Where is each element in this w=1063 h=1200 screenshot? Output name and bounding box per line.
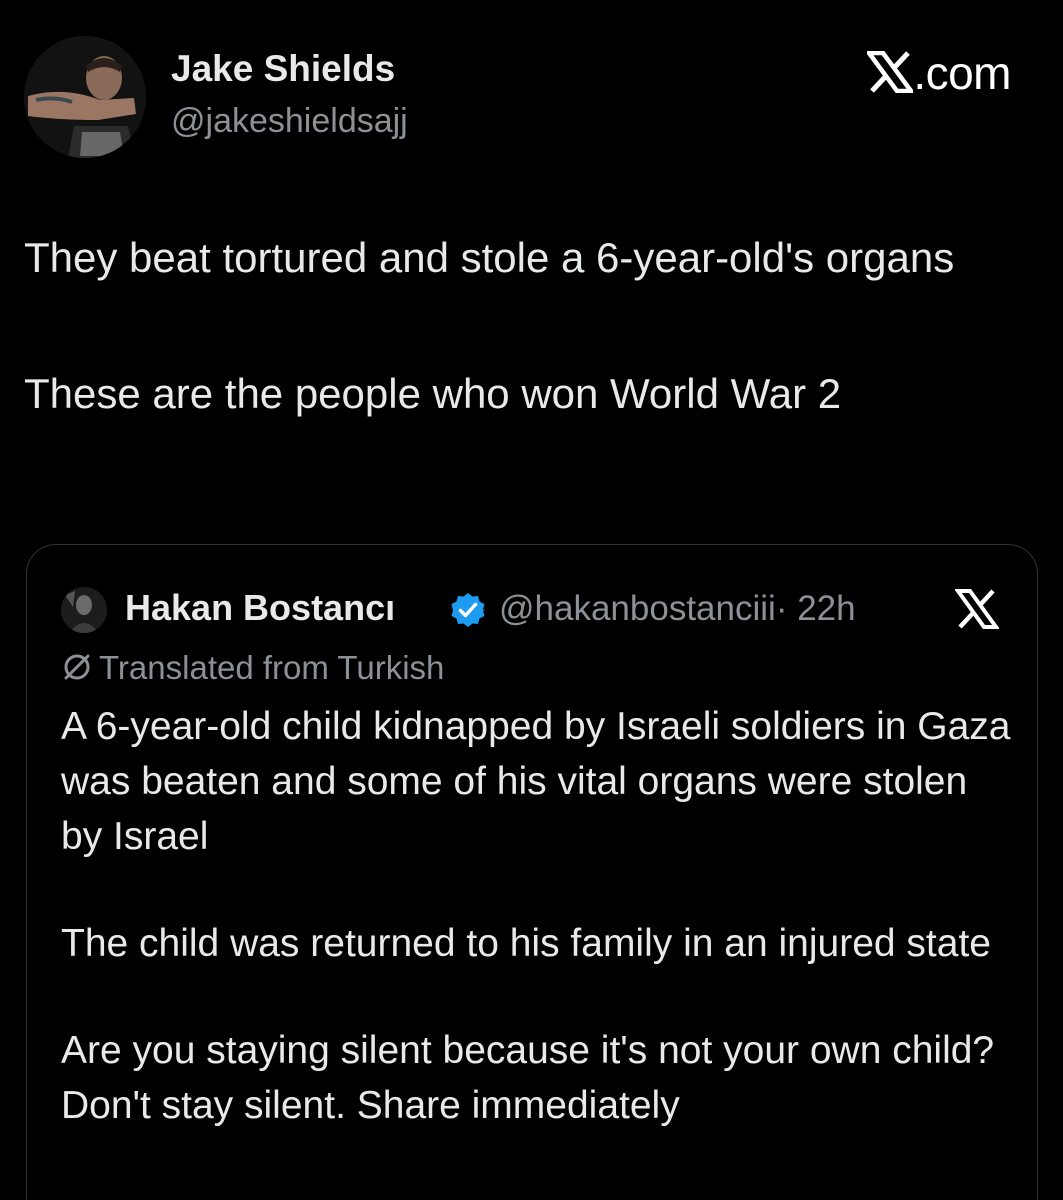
translation-notice[interactable]: Translated from Turkish (61, 649, 444, 687)
brand-label: .com (913, 47, 1011, 99)
quoted-paragraph: A 6-year-old child kidnapped by Israeli … (61, 705, 1011, 858)
quoted-tweet-body: A 6-year-old child kidnapped by Israeli … (61, 699, 1011, 1133)
x-logo-icon (954, 587, 1000, 631)
verified-badge-icon (449, 591, 487, 629)
tweet-paragraph: They beat tortured and stole a 6-year-ol… (24, 234, 955, 281)
quoted-author-name[interactable]: Hakan Bostancı (125, 587, 395, 629)
author-name[interactable]: Jake Shields (171, 48, 395, 90)
translate-icon (61, 649, 99, 686)
quoted-paragraph: The child was returned to his family in … (61, 922, 991, 965)
tweet-header: Jake Shields @jakeshieldsajj .com (24, 36, 1024, 166)
author-avatar[interactable] (24, 36, 146, 158)
quoted-paragraph: Are you staying silent because it's not … (61, 1029, 995, 1127)
tweet-paragraph: These are the people who won World War 2 (24, 370, 842, 417)
quoted-author-avatar[interactable] (61, 587, 107, 633)
x-logo-icon (864, 50, 916, 104)
brand-watermark: .com (864, 46, 1011, 104)
quoted-tweet-header: Hakan Bostancı @hakanbostanciii· 22h (61, 583, 1021, 633)
quoted-tweet-time[interactable]: · 22h (776, 589, 856, 628)
tweet-body: They beat tortured and stole a 6-year-ol… (24, 228, 1024, 424)
quoted-author-handle[interactable]: @hakanbostanciii (499, 589, 776, 628)
quoted-tweet-card[interactable]: Hakan Bostancı @hakanbostanciii· 22h Tra… (26, 544, 1038, 1200)
translation-label: Translated from Turkish (99, 649, 445, 686)
author-handle[interactable]: @jakeshieldsajj (171, 102, 408, 141)
quoted-author-meta: @hakanbostanciii· 22h (499, 589, 856, 629)
